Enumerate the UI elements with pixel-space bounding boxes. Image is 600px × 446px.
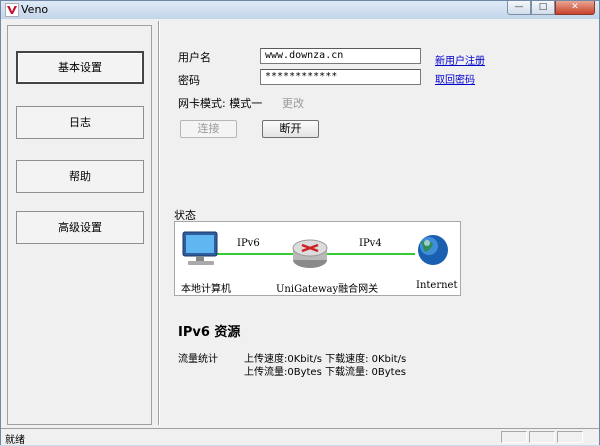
ipv6-link-label: IPv6 xyxy=(237,238,260,249)
close-button[interactable]: ✕ xyxy=(555,1,595,15)
change-mode-button[interactable]: 更改 xyxy=(282,95,304,111)
maximize-button[interactable]: □ xyxy=(531,1,555,15)
retrieve-password-link[interactable]: 取回密码 xyxy=(435,71,475,86)
status-panel-3 xyxy=(557,431,583,443)
panel-divider xyxy=(158,21,160,425)
register-link[interactable]: 新用户注册 xyxy=(435,52,485,67)
status-text: 就绪 xyxy=(5,435,25,446)
veno-logo-icon xyxy=(5,3,19,17)
traffic-stats-label: 流量统计 xyxy=(178,354,218,365)
nav-basic-settings[interactable]: 基本设置 xyxy=(16,51,144,84)
nic-mode-label: 网卡模式: 模式一 xyxy=(178,97,263,110)
password-input[interactable]: ************ xyxy=(260,69,421,85)
network-status-panel: IPv6 IPv4 本地计算机 UniGateway融合网关 Internet xyxy=(174,221,461,296)
ipv4-link-label: IPv4 xyxy=(359,238,382,249)
volume-stats: 上传流量:0Bytes 下载流量: 0Bytes xyxy=(244,367,406,378)
internet-label: Internet xyxy=(416,280,458,291)
nav-advanced-settings[interactable]: 高级设置 xyxy=(16,211,144,244)
window-title: Veno xyxy=(21,3,49,16)
connect-button[interactable]: 连接 xyxy=(180,120,237,138)
password-label: 密码 xyxy=(178,74,200,87)
app-window: Veno — □ ✕ 基本设置 日志 帮助 高级设置 用户名 www.downz… xyxy=(0,0,600,446)
sidebar: 基本设置 日志 帮助 高级设置 xyxy=(7,25,152,425)
globe-icon xyxy=(418,235,448,265)
router-icon xyxy=(292,239,328,268)
disconnect-button[interactable]: 断开 xyxy=(262,120,319,138)
status-panel-1 xyxy=(501,431,527,443)
minimize-button[interactable]: — xyxy=(507,1,531,15)
gateway-label: UniGateway融合网关 xyxy=(276,284,379,295)
window-controls: — □ ✕ xyxy=(507,1,595,16)
status-panel-2 xyxy=(529,431,555,443)
nav-log[interactable]: 日志 xyxy=(16,106,144,139)
status-bar: 就绪 xyxy=(1,428,599,446)
nav-help[interactable]: 帮助 xyxy=(16,160,144,193)
username-label: 用户名 xyxy=(178,51,211,64)
ipv6-resources-title: IPv6 资源 xyxy=(178,325,241,340)
computer-monitor-icon xyxy=(182,231,218,265)
username-input[interactable]: www.downza.cn xyxy=(260,48,421,64)
title-bar[interactable]: Veno — □ ✕ xyxy=(1,1,599,19)
local-computer-label: 本地计算机 xyxy=(181,284,231,295)
